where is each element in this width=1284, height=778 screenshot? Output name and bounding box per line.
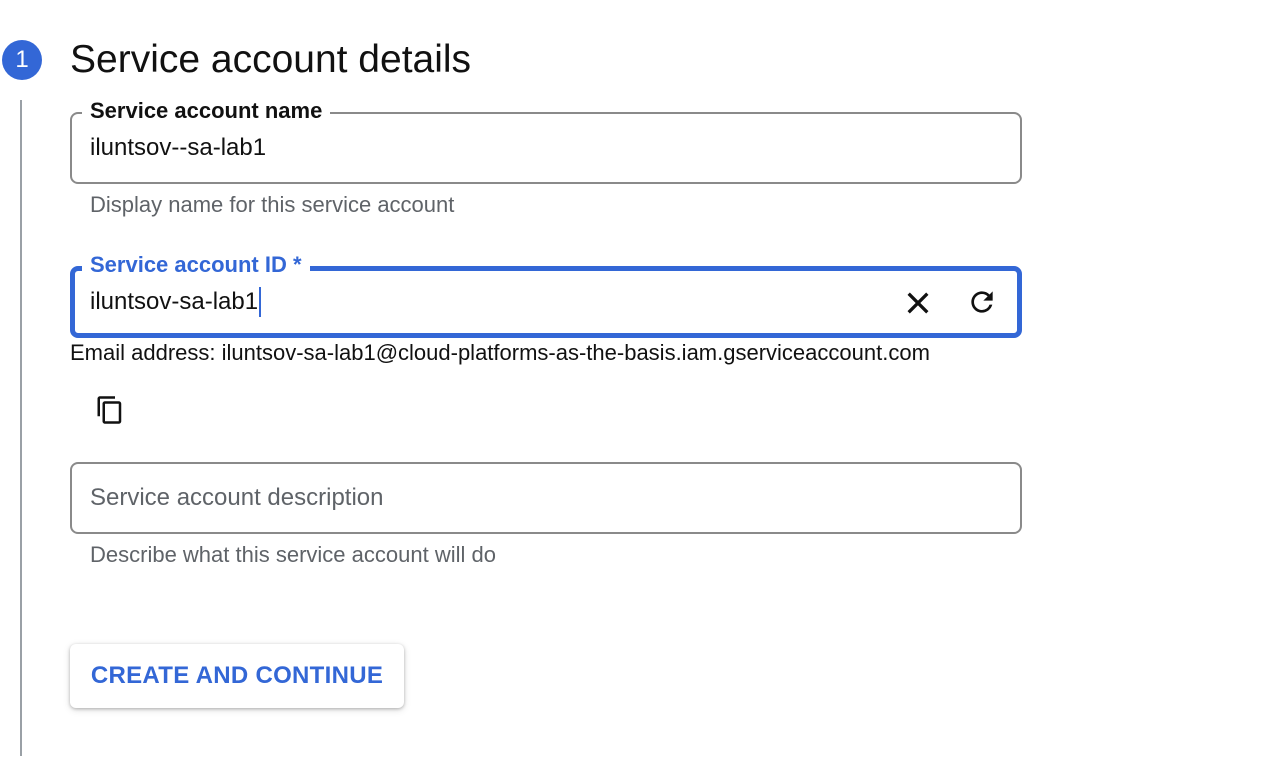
stepper-line (20, 100, 22, 756)
service-account-id-input[interactable]: iluntsov-sa-lab1 (90, 271, 262, 333)
service-account-email: Email address: iluntsov-sa-lab1@cloud-pl… (70, 340, 930, 365)
service-account-name-input[interactable]: iluntsov--sa-lab1 (90, 114, 266, 182)
close-icon[interactable] (898, 283, 938, 323)
service-account-description-input[interactable]: Service account description (90, 464, 383, 532)
service-account-id-field[interactable]: Service account ID * iluntsov-sa-lab1 (70, 251, 1022, 338)
service-account-name-field[interactable]: Service account name iluntsov--sa-lab1 (70, 97, 1022, 184)
step-number-badge: 1 (2, 40, 42, 80)
text-caret (259, 287, 262, 317)
service-account-id-value: iluntsov-sa-lab1 (90, 288, 259, 315)
copy-icon[interactable] (90, 390, 130, 430)
service-account-name-hint: Display name for this service account (90, 192, 455, 217)
service-account-description-field[interactable]: Service account description (70, 462, 1022, 534)
refresh-icon[interactable] (962, 282, 1002, 322)
step-title: Service account details (70, 38, 472, 81)
create-and-continue-button[interactable]: CREATE AND CONTINUE (70, 644, 404, 708)
service-account-description-hint: Describe what this service account will … (90, 542, 496, 567)
